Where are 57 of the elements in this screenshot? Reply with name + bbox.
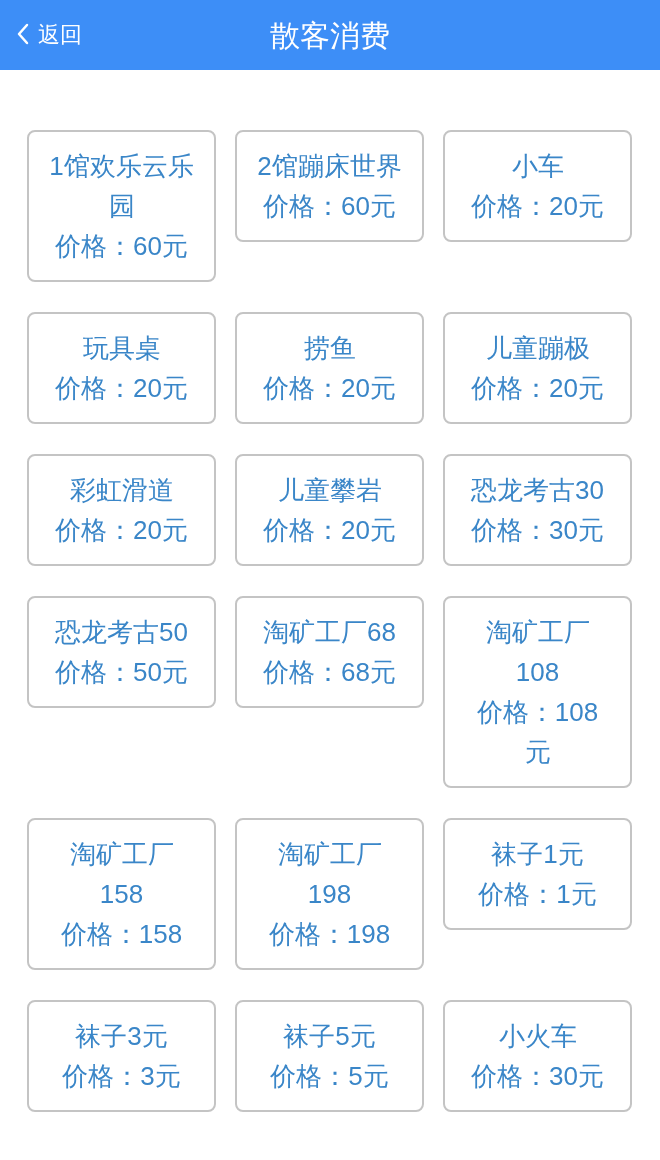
item-price: 价格：5元 [270, 1060, 389, 1093]
item-card[interactable]: 袜子1元 价格：1元 [443, 818, 632, 930]
item-card[interactable]: 袜子5元 价格：5元 [235, 1000, 424, 1112]
item-name: 恐龙考古30 [471, 474, 604, 507]
item-name: 恐龙考古50 [55, 616, 188, 649]
item-card[interactable]: 彩虹滑道 价格：20元 [27, 454, 216, 566]
item-name: 2馆蹦床世界 [257, 150, 402, 183]
item-name: 彩虹滑道 [69, 474, 174, 507]
item-name: 淘矿工厂108 [484, 616, 591, 689]
item-price: 价格：30元 [471, 1060, 604, 1093]
item-card[interactable]: 淘矿工厂108 价格：108元 [443, 596, 632, 788]
item-card[interactable]: 儿童蹦极 价格：20元 [443, 312, 632, 424]
item-card[interactable]: 小火车 价格：30元 [443, 1000, 632, 1112]
item-card[interactable]: 捞鱼 价格：20元 [235, 312, 424, 424]
item-price: 价格：30元 [471, 514, 604, 547]
item-name: 袜子1元 [491, 838, 584, 871]
item-price: 价格：20元 [55, 514, 188, 547]
item-price: 价格：20元 [471, 372, 604, 405]
item-card[interactable]: 2馆蹦床世界 价格：60元 [235, 130, 424, 242]
item-card[interactable]: 淘矿工厂158 价格：158 [27, 818, 216, 970]
back-button[interactable]: 返回 [16, 14, 82, 54]
item-name: 淘矿工厂68 [263, 616, 396, 649]
item-price: 价格：20元 [55, 372, 188, 405]
back-chevron-icon [16, 23, 30, 45]
item-card[interactable]: 淘矿工厂68 价格：68元 [235, 596, 424, 708]
item-name: 1馆欢乐云乐园 [49, 150, 194, 223]
item-price: 价格：20元 [263, 372, 396, 405]
item-card[interactable]: 小车 价格：20元 [443, 130, 632, 242]
item-price: 价格：158 [60, 918, 183, 951]
item-price: 价格：108元 [475, 696, 600, 769]
item-card[interactable]: 淘矿工厂198 价格：198 [235, 818, 424, 970]
item-price: 价格：198 [268, 918, 391, 951]
page-title: 散客消费 [270, 17, 390, 54]
item-name: 小火车 [498, 1020, 577, 1053]
item-card[interactable]: 儿童攀岩 价格：20元 [235, 454, 424, 566]
item-card[interactable]: 恐龙考古50 价格：50元 [27, 596, 216, 708]
item-card[interactable]: 1馆欢乐云乐园 价格：60元 [27, 130, 216, 282]
item-name: 儿童蹦极 [485, 332, 590, 365]
item-name: 儿童攀岩 [277, 474, 382, 507]
item-price: 价格：3元 [62, 1060, 181, 1093]
item-price: 价格：68元 [263, 656, 396, 689]
item-name: 小车 [511, 150, 564, 183]
item-price: 价格：20元 [471, 190, 604, 223]
item-price: 价格：60元 [263, 190, 396, 223]
item-price: 价格：50元 [55, 656, 188, 689]
item-card[interactable]: 袜子3元 价格：3元 [27, 1000, 216, 1112]
item-card[interactable]: 恐龙考古30 价格：30元 [443, 454, 632, 566]
item-name: 淘矿工厂198 [276, 838, 383, 911]
item-name: 捞鱼 [303, 332, 356, 365]
item-name: 玩具桌 [82, 332, 161, 365]
item-price: 价格：1元 [478, 878, 597, 911]
item-card[interactable]: 玩具桌 价格：20元 [27, 312, 216, 424]
item-price: 价格：60元 [55, 230, 188, 263]
item-name: 淘矿工厂158 [68, 838, 175, 911]
item-name: 袜子5元 [283, 1020, 376, 1053]
item-price: 价格：20元 [263, 514, 396, 547]
item-name: 袜子3元 [75, 1020, 168, 1053]
